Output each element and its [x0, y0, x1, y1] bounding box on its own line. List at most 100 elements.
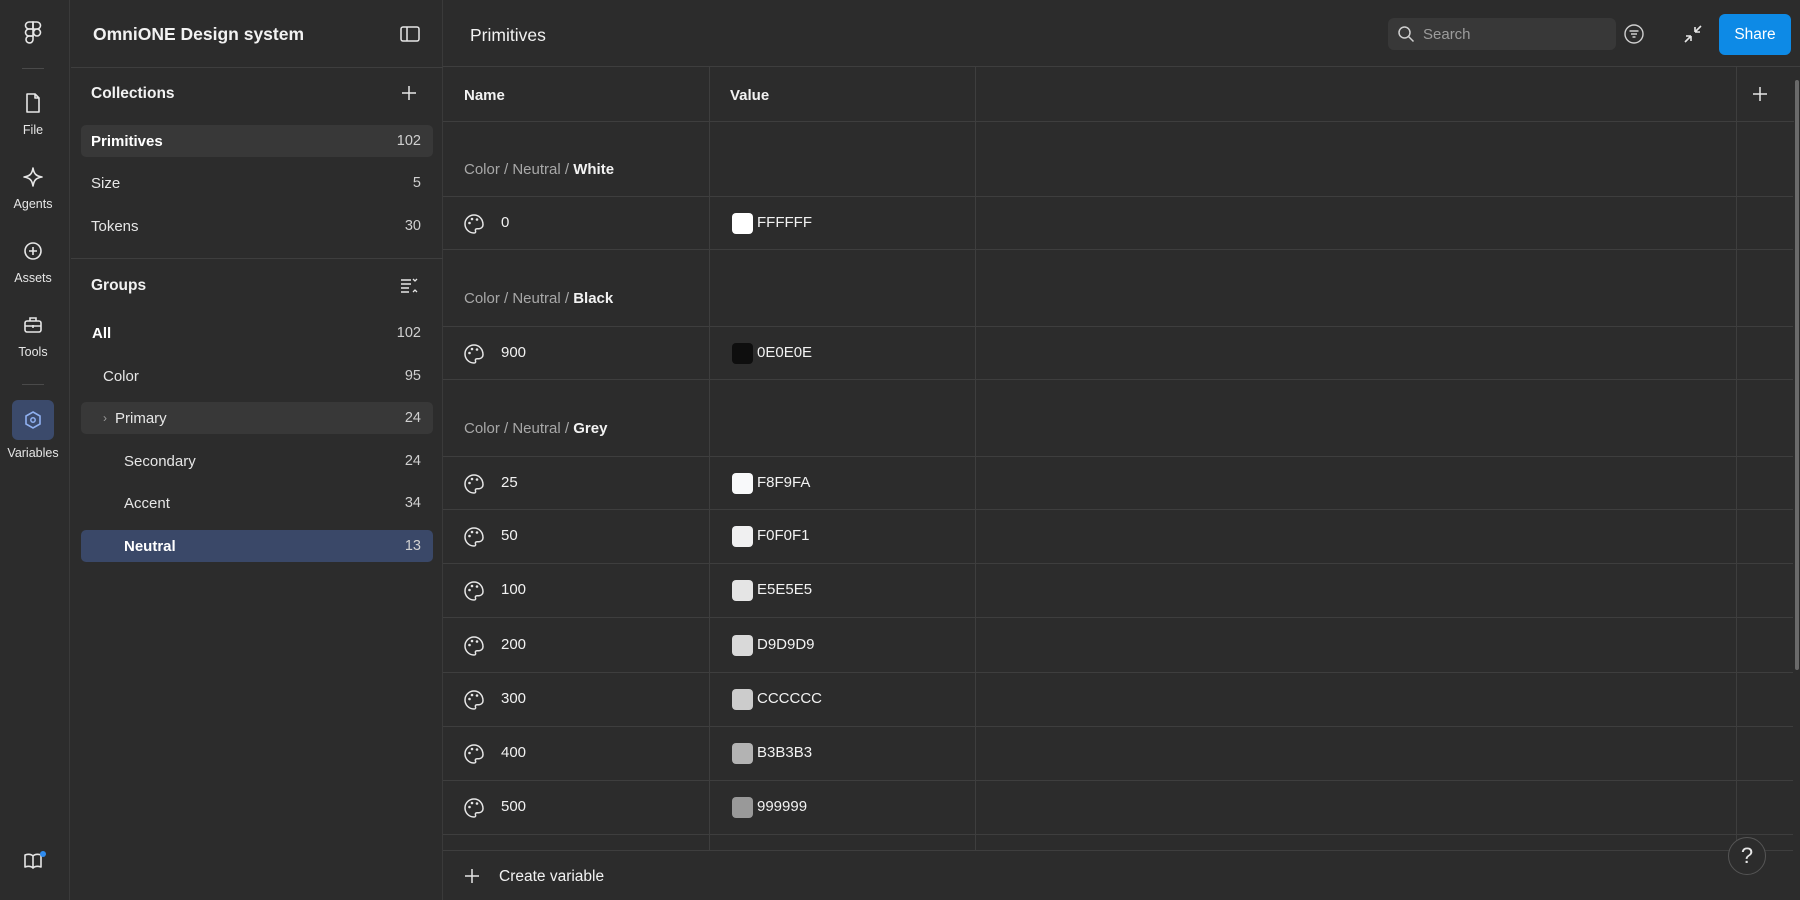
palette-icon — [464, 798, 484, 818]
add-collection-icon[interactable] — [400, 84, 418, 102]
table-row[interactable]: 900 0E0E0E — [443, 326, 1793, 380]
palette-icon — [464, 744, 484, 764]
collection-tokens[interactable]: Tokens 30 — [81, 210, 433, 242]
palette-icon — [464, 474, 484, 494]
group-count: 102 — [396, 325, 421, 341]
hexagon-icon — [25, 411, 41, 429]
rail-item-file[interactable]: File — [0, 92, 66, 137]
scrollbar-thumb[interactable] — [1795, 80, 1799, 670]
table-row[interactable]: 25 F8F9FA — [443, 456, 1793, 510]
group-label: All — [92, 324, 112, 342]
top-bar: Primitives Share — [443, 0, 1800, 67]
table-row[interactable]: 500 999999 — [443, 781, 1793, 836]
add-column-icon[interactable] — [1750, 84, 1770, 104]
toolbox-icon — [24, 317, 42, 333]
help-button[interactable]: ? — [1728, 837, 1766, 875]
collections-heading: Collections — [91, 85, 175, 102]
collection-label: Size — [91, 174, 121, 192]
color-swatch[interactable] — [732, 343, 753, 364]
group-secondary[interactable]: Secondary 24 — [81, 445, 433, 477]
plus-icon[interactable] — [463, 867, 481, 885]
column-header-name[interactable]: Name — [464, 87, 505, 104]
color-swatch[interactable] — [732, 743, 753, 764]
table-row[interactable]: 400 B3B3B3 — [443, 727, 1793, 781]
search-icon — [1398, 26, 1415, 43]
group-label: Color — [103, 367, 139, 385]
variable-value: E5E5E5 — [757, 581, 813, 599]
group-leaf: Black — [573, 290, 614, 307]
rail-label: File — [22, 123, 44, 137]
collection-count: 5 — [412, 175, 421, 191]
group-count: 13 — [404, 538, 421, 554]
color-swatch[interactable] — [732, 580, 753, 602]
rail-label: Agents — [13, 197, 53, 211]
group-path: Color / Neutral / — [464, 290, 574, 307]
collection-size[interactable]: Size 5 — [81, 167, 433, 199]
group-all[interactable]: All 102 — [81, 317, 433, 349]
group-path: Color / Neutral / — [464, 420, 574, 437]
group-label: Accent — [124, 494, 170, 512]
collection-count: 102 — [396, 133, 421, 149]
search-input[interactable] — [1423, 25, 1573, 43]
palette-icon — [464, 344, 484, 364]
rail-divider — [22, 384, 44, 385]
group-accent[interactable]: Accent 34 — [81, 487, 433, 519]
collection-label: Tokens — [91, 217, 139, 235]
plus-circle-icon — [24, 242, 42, 260]
file-icon — [26, 93, 40, 113]
rail-item-variables[interactable]: Variables — [0, 400, 66, 460]
variable-name: 400 — [501, 744, 527, 761]
table-row[interactable]: 100 E5E5E5 — [443, 564, 1793, 619]
variable-name: 900 — [501, 344, 527, 361]
variable-value: F8F9FA — [757, 474, 811, 491]
variable-name: 500 — [501, 798, 527, 816]
file-title: OmniONE Design system — [93, 24, 305, 44]
group-count: 95 — [404, 368, 421, 384]
variables-sidebar: OmniONE Design system Collections Primit… — [71, 0, 443, 900]
variable-value: FFFFFF — [757, 214, 812, 231]
color-swatch[interactable] — [732, 213, 753, 234]
sparkle-icon — [23, 167, 43, 187]
group-neutral[interactable]: Neutral 13 — [81, 530, 433, 562]
group-primary[interactable]: › Primary 24 — [81, 402, 433, 434]
share-button[interactable]: Share — [1719, 14, 1791, 55]
group-heading: Color / Neutral / Grey — [464, 420, 607, 437]
group-label: Secondary — [124, 452, 196, 470]
table-row[interactable]: 300 CCCCCC — [443, 673, 1793, 727]
table-footer: Create variable — [443, 850, 1793, 900]
variable-name: 100 — [501, 581, 527, 599]
table-row[interactable]: 200 D9D9D9 — [443, 619, 1793, 673]
create-variable-button[interactable]: Create variable — [499, 868, 604, 886]
color-swatch[interactable] — [732, 526, 753, 548]
variable-name: 300 — [501, 689, 527, 707]
color-swatch[interactable] — [732, 634, 753, 656]
variables-table-area: Primitives Share Name Value Color / Neut… — [443, 0, 1800, 900]
table-row[interactable]: 50 F0F0F1 — [443, 510, 1793, 565]
rail-item-assets[interactable]: Assets — [0, 240, 66, 285]
collection-label: Primitives — [91, 132, 163, 150]
rail-item-tools[interactable]: Tools — [0, 314, 66, 359]
palette-icon — [464, 690, 484, 710]
sidebar-toggle-icon[interactable] — [400, 26, 420, 42]
filter-icon[interactable] — [1620, 20, 1648, 48]
rail-label: Assets — [14, 271, 52, 285]
variable-value: B3B3B3 — [757, 744, 813, 761]
group-label: Neutral — [124, 537, 176, 555]
collapse-icon[interactable] — [1681, 22, 1705, 46]
search-box[interactable] — [1388, 18, 1616, 50]
sort-groups-icon[interactable] — [400, 276, 418, 294]
rail-item-agents[interactable]: Agents — [0, 166, 66, 211]
chevron-right-icon[interactable]: › — [103, 411, 107, 425]
group-color[interactable]: Color 95 — [81, 360, 433, 392]
variable-value: CCCCCC — [757, 689, 822, 707]
variable-name: 0 — [501, 214, 510, 231]
color-swatch[interactable] — [732, 688, 753, 710]
groups-heading: Groups — [91, 277, 147, 294]
figma-logo-icon[interactable] — [22, 20, 44, 48]
color-swatch[interactable] — [732, 473, 753, 494]
collection-primitives[interactable]: Primitives 102 — [81, 125, 433, 157]
column-header-value[interactable]: Value — [730, 87, 769, 104]
color-swatch[interactable] — [732, 797, 753, 819]
tool-rail: File Agents Assets Tools Variables — [0, 0, 70, 900]
table-row[interactable]: 0 FFFFFF — [443, 196, 1793, 250]
